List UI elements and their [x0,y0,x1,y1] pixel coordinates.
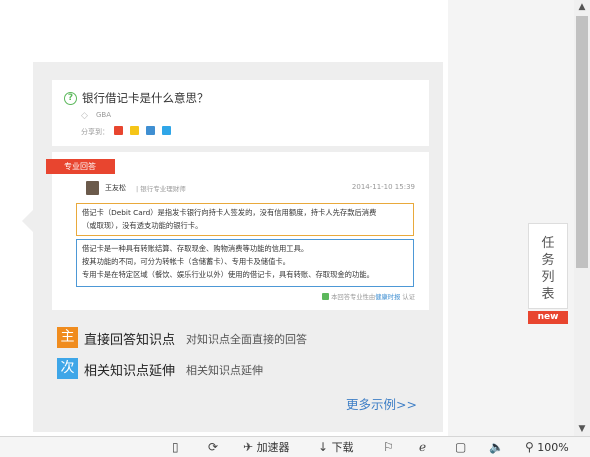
browser-status-bar: ▯ ⟳ ✈ 加速器 ↓ 下载 ⚐ ℯ ▢ 🔈 ⚲ 100% [0,436,590,457]
refresh-icon: ⟳ [208,440,219,454]
expert-name[interactable]: 王友松 [105,183,126,193]
question-card: ? 银行借记卡是什么意思？ ◇ GBA 分享到： [52,80,429,146]
task-char: 表 [541,287,555,302]
professional-answer-badge: 专业回答 [46,159,115,174]
extended-answer-box: 借记卡是一种具有转账结算、存取现金、购物消费等功能的信用工具。 按其功能的不同，… [76,239,414,287]
direct-answer-line: （或取现），没有透支功能的银行卡。 [82,221,203,230]
right-pane [448,0,574,436]
share-qzone-icon[interactable] [130,126,139,135]
tag-icon: ◇ [81,111,88,121]
sound-icon: 🔈 [489,440,504,454]
feature-desc: 相关知识点延伸 [186,364,263,377]
cert-prefix: 本回答专业性由 [331,294,376,301]
sound-button[interactable]: 🔈 [489,440,504,455]
task-list-button[interactable]: 任 务 列 表 [528,223,568,309]
more-examples-link[interactable]: 更多示例>> [346,394,417,413]
download-button[interactable]: ↓ 下载 [318,440,354,455]
direct-answer-box: 借记卡（Debit Card）是指发卡银行向持卡人签发的，没有信用额度，持卡人先… [76,203,414,236]
task-char: 任 [541,236,555,251]
cert-brand-link[interactable]: 健康时报 [375,294,400,301]
zoom-button[interactable]: ⚲ 100% [525,440,569,455]
zoom-level: 100% [537,441,569,454]
question-icon: ? [64,92,77,105]
extended-answer-line: 专用卡是在特定区域（餐饮、娱乐行业以外）使用的借记卡，具有转账、存取现金的功能。 [82,270,374,279]
expert-avatar [86,181,99,195]
feature-desc: 对知识点全面直接的回答 [186,333,307,346]
task-list-label: 任 务 列 表 [529,224,567,303]
cert-suffix: 认证 [402,294,415,301]
download-label: 下载 [331,441,354,454]
mobile-button[interactable]: ▯ [172,440,179,455]
flag-icon: ⚐ [383,440,394,454]
verified-icon [322,293,330,300]
direct-answer-line: 借记卡（Debit Card）是指发卡银行向持卡人签发的，没有信用额度，持卡人先… [82,208,377,217]
task-char: 列 [541,270,555,285]
accelerator-label: 加速器 [256,441,290,454]
refresh-button[interactable]: ⟳ [208,440,218,455]
scroll-down-arrow-icon[interactable]: ▼ [574,422,590,436]
share-weibo-icon[interactable] [114,126,123,135]
question-tag[interactable]: GBA [96,111,111,119]
flag-button[interactable]: ⚐ [383,440,394,455]
answer-date: 2014-11-10 15:39 [351,183,415,191]
vertical-scrollbar[interactable]: ▲ ▼ [574,0,590,436]
window-icon: ▢ [455,440,467,454]
zoom-icon: ⚲ [525,440,534,454]
share-renren-icon[interactable] [146,126,155,135]
ie-mode-button[interactable]: ℯ [419,440,426,455]
scroll-thumb[interactable] [576,16,588,268]
extended-answer-line: 按其功能的不同，可分为转帐卡（含储蓄卡）、专用卡及储值卡。 [82,257,290,266]
answer-certification: 本回答专业性由健康时报 认证 [322,292,415,301]
feature-secondary-badge: 次 [57,358,78,379]
accelerator-icon: ✈ [243,440,254,454]
task-char: 务 [541,253,555,268]
example-pointer-arrow [22,210,33,232]
share-label: 分享到： [81,128,109,136]
download-icon: ↓ [318,440,329,454]
share-tencent-icon[interactable] [162,126,171,135]
expert-title: | 银行专业理财师 [136,185,186,193]
new-badge: new [528,311,568,324]
mobile-icon: ▯ [172,440,179,454]
ie-icon: ℯ [419,440,427,454]
feature-title: 直接回答知识点 [84,333,176,348]
feature-primary-badge: 主 [57,327,78,348]
scroll-up-arrow-icon[interactable]: ▲ [574,0,590,14]
page: ▲ ▼ ? 银行借记卡是什么意思？ ◇ GBA 分享到： 王友松 | 银行专业理… [0,0,590,457]
question-title[interactable]: 银行借记卡是什么意思？ [82,90,209,106]
extended-answer-line: 借记卡是一种具有转账结算、存取现金、购物消费等功能的信用工具。 [82,244,309,253]
window-button[interactable]: ▢ [455,440,466,455]
feature-title: 相关知识点延伸 [84,364,176,379]
accelerator-button[interactable]: ✈ 加速器 [243,440,290,455]
answer-card: 王友松 | 银行专业理财师 2014-11-10 15:39 借记卡（Debit… [52,152,429,310]
